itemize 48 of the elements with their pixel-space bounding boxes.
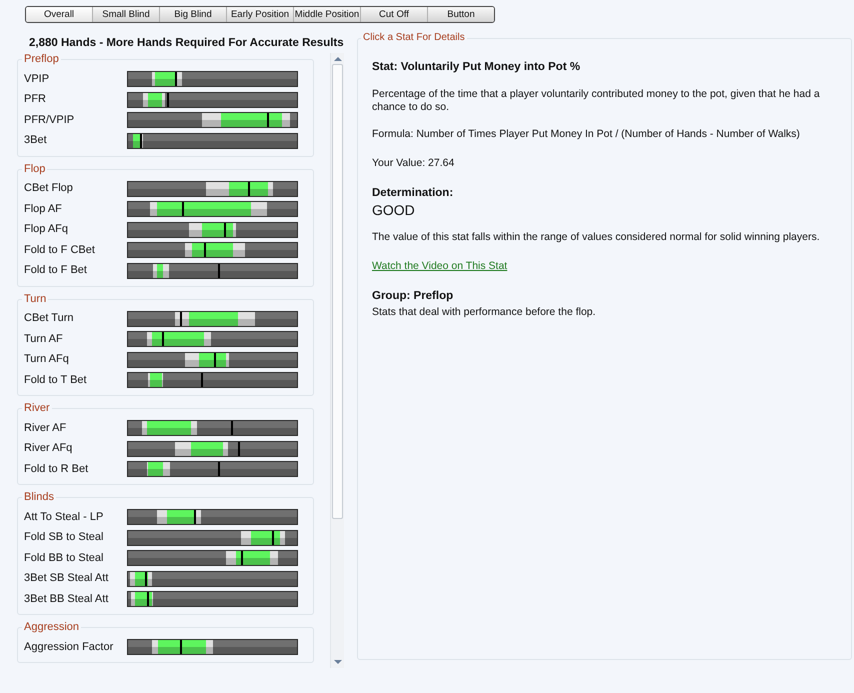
group-description: Stats that deal with performance before the flop. — [372, 304, 597, 320]
tab[interactable]: Overall — [26, 7, 93, 22]
stat-label[interactable]: Aggression Factor — [24, 638, 127, 656]
tab[interactable]: Big Blind — [160, 7, 227, 22]
stat-label[interactable]: Fold SB to Steal — [24, 529, 127, 546]
stat-title: Stat: Voluntarily Put Money into Pot % — [372, 60, 582, 75]
stat-label[interactable]: CBet Turn — [24, 310, 127, 327]
tab[interactable]: Button — [428, 7, 494, 22]
stat-label[interactable]: VPIP — [24, 70, 127, 88]
group-title: Aggression — [22, 620, 82, 634]
stat-label[interactable]: Turn AF — [24, 330, 127, 348]
determination-label: Determination: — [372, 186, 454, 201]
scrollbar[interactable] — [330, 53, 344, 668]
video-link[interactable]: Watch the Video on This Stat — [372, 258, 508, 274]
stat-value: Your Value: 27.64 — [372, 156, 456, 171]
stat-label[interactable]: 3Bet SB Steal Att — [24, 570, 127, 587]
stat-label[interactable]: Fold to F Bet — [24, 262, 127, 279]
stat-description: Percentage of the time that a player voluntarily contributed money to the pot, given that he had a chance to do so. — [372, 88, 821, 114]
group-title: Turn — [22, 292, 48, 306]
group-title: Flop — [22, 162, 48, 176]
stat-label[interactable]: 3Bet — [24, 132, 127, 149]
stat-label[interactable]: Fold to F CBet — [24, 242, 127, 258]
stat-label[interactable]: Turn AFq — [24, 351, 127, 368]
group-label: Group: Preflop — [372, 288, 454, 304]
tab[interactable]: Cut Off — [361, 7, 428, 22]
determination-value: GOOD — [372, 202, 416, 218]
stat-label[interactable]: Fold to R Bet — [24, 460, 127, 478]
group-title: Preflop — [22, 53, 61, 66]
stat-label[interactable]: PFR/VPIP — [24, 112, 127, 128]
stat-label[interactable]: Att To Steal - LP — [24, 508, 127, 526]
stat-label[interactable]: 3Bet BB Steal Att — [24, 590, 127, 608]
stat-label[interactable]: PFR — [24, 91, 127, 108]
scroll-thumb[interactable] — [332, 64, 343, 519]
stat-formula: Formula: Number of Times Player Put Money In Pot / (Number of Hands - Number of Walks) — [372, 127, 801, 142]
tab[interactable]: Small Blind — [93, 7, 160, 22]
stat-label[interactable]: Flop AF — [24, 200, 127, 218]
scroll-down-icon[interactable] — [334, 659, 342, 665]
hands-heading: 2,880 Hands - More Hands Required For Accurate Results — [28, 36, 345, 51]
stat-label[interactable]: River AFq — [24, 440, 127, 457]
stat-label[interactable]: CBet Flop — [24, 180, 127, 197]
tab[interactable]: Middle Position — [294, 7, 361, 22]
verdict-text: The value of this stat falls within the range of values considered normal for solid winning players. — [372, 230, 821, 245]
stat-label[interactable]: Flop AFq — [24, 221, 127, 238]
stat-label[interactable]: Fold BB to Steal — [24, 550, 127, 566]
stat-label[interactable]: River AF — [24, 420, 127, 436]
scroll-up-icon[interactable] — [334, 56, 342, 62]
stat-label[interactable]: Fold to T Bet — [24, 372, 127, 388]
tab[interactable]: Early Position — [227, 7, 294, 22]
